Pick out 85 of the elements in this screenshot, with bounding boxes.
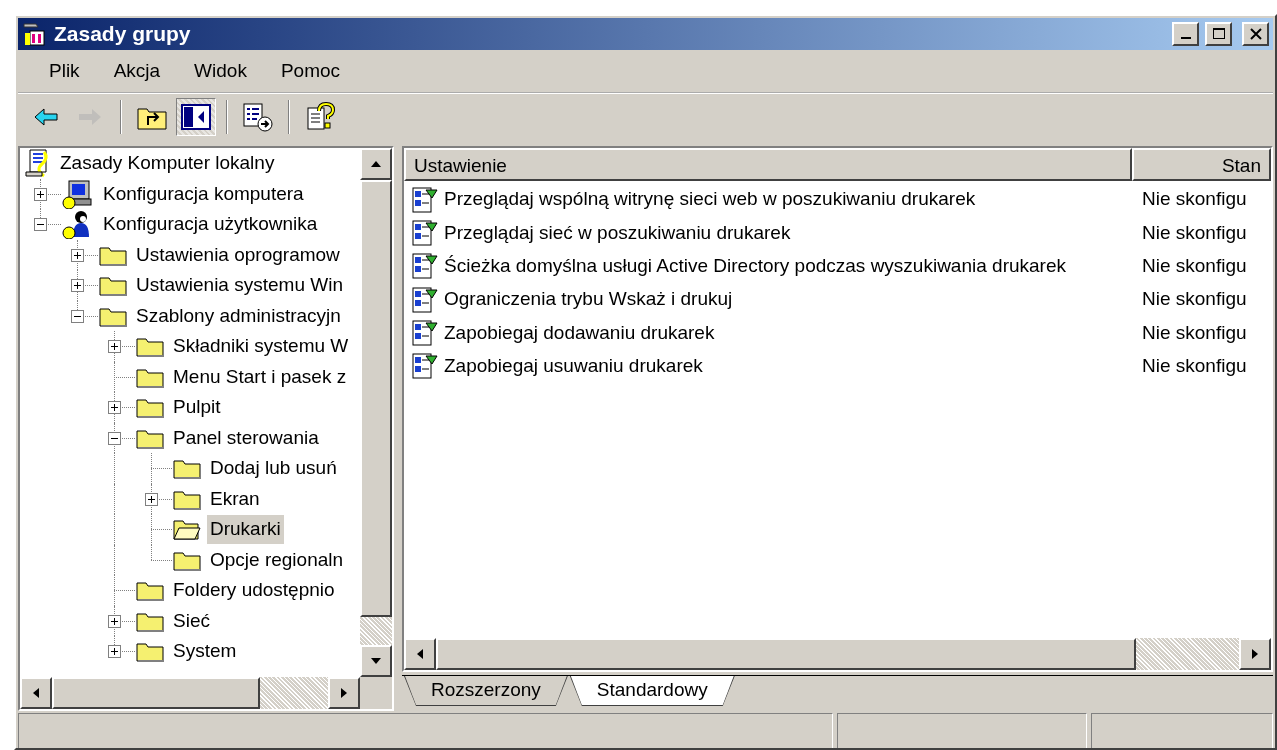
setting-state: Nie skonfigu [1141,187,1247,212]
minimize-button[interactable] [1172,22,1199,46]
tree-item[interactable]: Ustawienia oprogramow [133,240,343,269]
scrollbar-thumb[interactable] [52,677,260,709]
menu-item[interactable]: Akcja [96,54,178,88]
scroll-down-button[interactable] [360,645,392,677]
scroll-left-button[interactable] [404,638,436,670]
tree-item[interactable]: Ustawienia systemu Win [133,271,346,300]
policy-setting-icon [410,218,440,247]
expand-icon[interactable] [34,187,47,201]
menu-item[interactable]: Pomoc [263,54,358,88]
help-icon [305,102,335,132]
maximize-button[interactable] [1205,22,1232,46]
computer-gear-icon [61,178,95,209]
setting-name[interactable]: Ścieżka domyślna usługi Active Directory podczas wyszukiwania drukarek [444,252,1066,281]
left-triangle-icon [416,648,424,660]
setting-name[interactable]: Przeglądaj wspólną witrynę sieci web w poszukiwaniu drukarek [444,185,976,214]
scrollbar-track[interactable] [360,617,392,645]
policy-setting-icon [410,252,440,281]
window-title: Zasady grupy [54,21,191,48]
tree-item[interactable]: Szablony administracyjn [133,301,344,330]
tree-item[interactable]: System [170,637,240,666]
expand-icon[interactable] [108,614,121,628]
expand-icon[interactable] [71,279,84,292]
expand-icon[interactable] [71,248,84,262]
down-triangle-icon [370,657,382,665]
menu-item[interactable]: Widok [177,54,264,88]
tree-item[interactable]: Dodaj lub usuń [207,454,340,483]
column-header[interactable]: Stan [1132,148,1271,181]
setting-name[interactable]: Zapobiegaj dodawaniu drukarek [444,318,715,348]
setting-name[interactable]: Przeglądaj sieć w poszukiwaniu drukarek [444,218,791,248]
menu-item[interactable]: Plik [32,54,97,88]
maximize-icon [1211,27,1226,41]
column-header[interactable]: Ustawienie [404,148,1132,181]
left-arrow-icon [33,107,59,127]
tree-item[interactable]: Składniki systemu W [170,332,352,361]
setting-state: Nie skonfigu [1141,287,1247,312]
tree-item[interactable]: Sieć [170,606,213,635]
tree-item[interactable]: Konfiguracja użytkownika [100,210,321,239]
setting-state: Nie skonfigu [1141,220,1247,245]
tree-item[interactable]: Drukarki [207,515,284,544]
close-button[interactable] [1242,22,1269,46]
toolbar-button[interactable] [176,98,216,136]
tree-item[interactable]: Panel sterowania [170,423,322,452]
tree-item[interactable]: Ekran [207,484,263,513]
left-triangle-icon [32,687,40,699]
tree-item[interactable]: Opcje regionaln [207,545,347,574]
policy-setting-icon [410,318,440,347]
close-icon [1249,28,1262,40]
setting-state: Nie skonfigu [1141,353,1247,378]
setting-state: Nie skonfigu [1141,320,1247,345]
minimize-icon [1180,37,1191,39]
scroll-left-button[interactable] [20,677,52,709]
setting-name[interactable]: Ograniczenia trybu Wskaż i drukuj [444,285,733,314]
expand-icon[interactable] [108,401,121,414]
scroll-up-button[interactable] [360,148,392,180]
tools-icon [22,21,48,47]
setting-name[interactable]: Zapobiegaj usuwaniu drukarek [444,351,703,381]
tree-item[interactable]: Pulpit [170,393,224,422]
right-triangle-icon [1251,648,1259,660]
right-triangle-icon [340,687,348,699]
scroll-right-button[interactable] [328,677,360,709]
collapse-icon[interactable] [108,431,121,445]
tab[interactable]: Standardowy [569,676,735,706]
collapse-icon[interactable] [71,309,84,323]
policy-setting-icon [410,352,440,381]
list-export-icon [242,102,274,132]
scroll-right-button[interactable] [1239,638,1271,670]
scrollbar-thumb[interactable] [360,180,392,617]
tree-item[interactable]: Foldery udostępnio [170,576,338,605]
tree-item[interactable]: Menu Start i pasek z [170,362,350,391]
pane-toggle-icon [181,104,211,130]
policy-setting-icon [410,285,440,314]
up-triangle-icon [370,160,382,168]
tab[interactable]: Rozszerzony [404,676,568,706]
setting-state: Nie skonfigu [1141,254,1247,278]
expand-icon[interactable] [108,340,121,353]
expand-icon[interactable] [108,645,121,658]
policy-setting-icon [410,185,440,214]
tree-item[interactable]: Konfiguracja komputera [100,179,307,208]
tree-item[interactable]: Zasady Komputer lokalny [57,149,278,178]
collapse-icon[interactable] [34,218,47,231]
expand-icon[interactable] [145,492,158,506]
scrollbar-thumb[interactable] [436,638,1136,670]
open-folder-icon [172,517,202,542]
